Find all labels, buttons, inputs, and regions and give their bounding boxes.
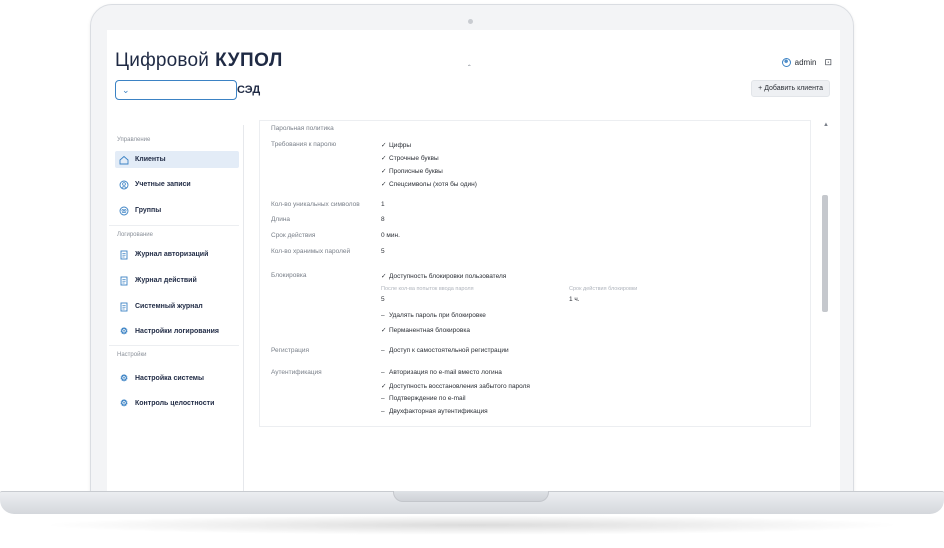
- auth-email-confirm[interactable]: – Подтверждение по e-mail: [381, 395, 466, 402]
- validity-value: 0 мин.: [381, 232, 400, 239]
- sidebar-item-auth-log[interactable]: Журнал авторизаций: [115, 246, 239, 263]
- user-name: admin: [794, 58, 817, 67]
- sidebar-item-log-settings[interactable]: ⚙ Настройки логирования: [115, 323, 239, 340]
- req-digits[interactable]: ✓ Цифры: [381, 141, 411, 149]
- collapse-caret-icon[interactable]: ˆ: [468, 64, 471, 73]
- check-icon: ✓: [381, 142, 387, 149]
- stored-passwords-label: Кол-во хранимых паролей: [271, 248, 351, 255]
- group-icon: [119, 206, 129, 216]
- divider: [109, 345, 239, 346]
- sidebar-item-label: Настройки логирования: [135, 328, 219, 335]
- password-policy-panel: Парольная политика Требования к паролю ✓…: [259, 120, 811, 427]
- sidebar-item-label: Контроль целостности: [135, 400, 215, 407]
- check-icon: ✓: [381, 383, 387, 390]
- sidebar-item-groups[interactable]: Группы: [115, 202, 239, 219]
- sidebar-item-label: Клиенты: [135, 156, 166, 163]
- sidebar: Управление Клиенты Учетные записи Группы…: [107, 125, 244, 492]
- unique-chars-label: Кол-во уникальных символов: [271, 201, 360, 208]
- user-icon: ☻: [781, 58, 791, 67]
- sidebar-item-label: Группы: [135, 207, 162, 214]
- home-icon: [119, 155, 129, 165]
- lock-attempts-label: После кол-ва попыток ввода пароля: [381, 286, 474, 292]
- dash-icon: –: [381, 408, 385, 415]
- lock-delete-password[interactable]: – Удалять пароль при блокировке: [381, 312, 486, 319]
- length-label: Длина: [271, 216, 291, 223]
- lock-period-label: Срок действия блокировки: [569, 286, 638, 292]
- lock-label: Блокировка: [271, 272, 307, 279]
- auth-email-login[interactable]: – Авторизация по e-mail вместо логина: [381, 369, 502, 376]
- auth-two-factor[interactable]: – Двухфакторная аутентификация: [381, 408, 488, 415]
- logout-icon[interactable]: ⊡: [824, 57, 832, 68]
- lock-attempts-value: 5: [381, 296, 385, 303]
- document-icon: [119, 302, 129, 312]
- gear-icon: ⚙: [119, 398, 129, 408]
- lock-permanent[interactable]: ✓ Перманентная блокировка: [381, 326, 470, 334]
- password-req-label: Требования к паролю: [271, 141, 337, 148]
- dash-icon: –: [381, 312, 385, 319]
- validity-label: Срок действия: [271, 232, 316, 239]
- sidebar-item-integrity[interactable]: ⚙ Контроль целостности: [115, 395, 239, 412]
- req-uppercase[interactable]: ✓ Прописные буквы: [381, 167, 443, 175]
- laptop-notch: [393, 491, 549, 502]
- sidebar-item-label: Журнал действий: [135, 277, 197, 284]
- user-menu[interactable]: ☻ admin ⊡: [781, 57, 832, 68]
- sidebar-section-title: Настройки: [117, 352, 147, 358]
- system-selector[interactable]: СЭД ⌄: [115, 80, 260, 100]
- check-icon: ✓: [381, 168, 387, 175]
- divider: [109, 225, 239, 226]
- auth-label: Аутентификация: [271, 369, 322, 376]
- length-value: 8: [381, 216, 385, 223]
- chevron-down-icon: ⌄: [122, 84, 130, 95]
- dash-icon: –: [381, 347, 385, 354]
- sidebar-item-system-settings[interactable]: ⚙ Настройка системы: [115, 370, 239, 387]
- check-icon: ✓: [381, 181, 387, 188]
- sidebar-item-label: Учетные записи: [135, 181, 191, 188]
- section-title: Парольная политика: [271, 125, 334, 132]
- check-icon: ✓: [381, 327, 387, 334]
- gear-icon: ⚙: [119, 326, 129, 336]
- sidebar-item-accounts[interactable]: Учетные записи: [115, 176, 239, 193]
- sidebar-section-title: Логирование: [117, 232, 153, 238]
- lock-enabled[interactable]: ✓ Доступность блокировки пользователя: [381, 272, 506, 280]
- dash-icon: –: [381, 395, 385, 402]
- sidebar-item-label: Настройка системы: [135, 375, 204, 382]
- document-icon: [119, 276, 129, 286]
- lock-period-value: 1 ч.: [569, 296, 580, 303]
- scrollbar-thumb[interactable]: [822, 195, 828, 312]
- app-screen: Цифровой КУПОЛ СЭД ⌄ ˆ ☻ admin ⊡ + Добави…: [107, 30, 840, 492]
- registration-label: Регистрация: [271, 347, 309, 354]
- system-selector-value: СЭД: [237, 84, 261, 96]
- add-client-button[interactable]: + Добавить клиента: [751, 80, 830, 97]
- brand-logo: Цифровой КУПОЛ: [115, 50, 283, 71]
- laptop-shadow: [40, 515, 904, 535]
- req-lowercase[interactable]: ✓ Строчные буквы: [381, 154, 439, 162]
- sidebar-section-title: Управление: [117, 137, 151, 143]
- sidebar-item-label: Системный журнал: [135, 303, 203, 310]
- check-icon: ✓: [381, 273, 387, 280]
- unique-chars-value: 1: [381, 201, 385, 208]
- sidebar-item-label: Журнал авторизаций: [135, 251, 209, 258]
- scroll-up-icon[interactable]: ▲: [823, 122, 829, 128]
- stored-passwords-value: 5: [381, 248, 385, 255]
- req-special[interactable]: ✓ Спецсимволы (хотя бы один): [381, 180, 477, 188]
- camera-dot: [468, 19, 473, 24]
- gear-icon: ⚙: [119, 373, 129, 383]
- sidebar-item-action-log[interactable]: Журнал действий: [115, 272, 239, 289]
- user-circle-icon: [119, 180, 129, 190]
- check-icon: ✓: [381, 155, 387, 162]
- auth-recovery[interactable]: ✓ Доступность восстановления забытого пар…: [381, 382, 530, 390]
- sidebar-item-system-log[interactable]: Системный журнал: [115, 298, 239, 315]
- registration-self[interactable]: – Доступ к самостоятельной регистрации: [381, 347, 509, 354]
- document-icon: [119, 250, 129, 260]
- sidebar-item-clients[interactable]: Клиенты: [115, 151, 239, 168]
- dash-icon: –: [381, 369, 385, 376]
